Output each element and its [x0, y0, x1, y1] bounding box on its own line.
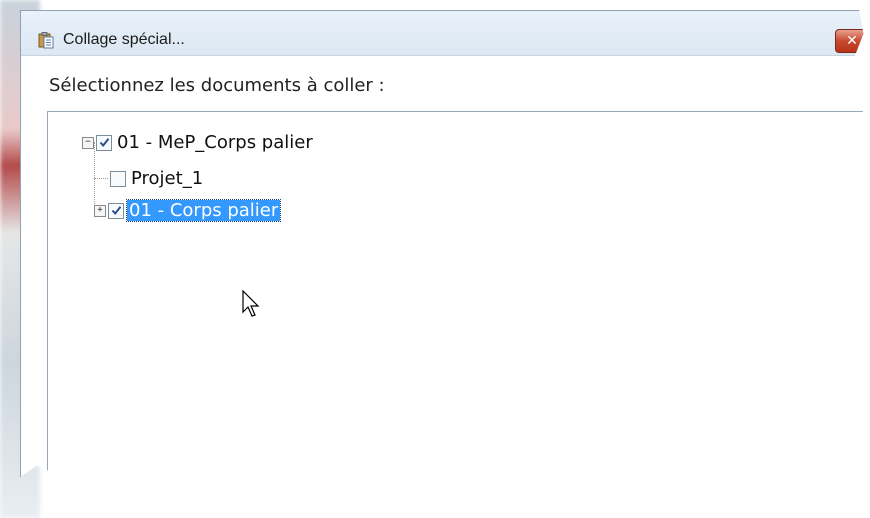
root-checkbox[interactable]: [96, 135, 112, 151]
checkmark-icon: [99, 137, 110, 148]
mouse-pointer-icon: [242, 290, 260, 322]
tree-node-corps-palier[interactable]: + 01 - Corps palier: [94, 200, 280, 221]
expand-icon[interactable]: +: [94, 205, 106, 217]
corps-palier-checkbox[interactable]: [108, 203, 124, 219]
tree-node-label-selected: 01 - Corps palier: [129, 200, 279, 221]
paste-clipboard-icon: [37, 31, 55, 49]
prompt-label: Sélectionnez les documents à coller :: [49, 75, 385, 96]
tree-node-label: 01 - MeP_Corps palier: [117, 132, 313, 153]
tree-node-root[interactable]: − 01 - MeP_Corps palier: [82, 132, 315, 153]
close-icon: ✕: [846, 33, 858, 49]
close-button[interactable]: ✕: [835, 29, 869, 53]
documents-tree[interactable]: − 01 - MeP_Corps palier Projet_1 + 01 - …: [47, 111, 870, 493]
checkmark-icon: [111, 205, 122, 216]
tree-node-projet[interactable]: Projet_1: [110, 168, 205, 189]
dialog-title: Collage spécial...: [63, 31, 185, 48]
tree-node-label: Projet_1: [131, 168, 204, 189]
projet-checkbox[interactable]: [110, 171, 126, 187]
collapse-icon[interactable]: −: [82, 137, 94, 149]
paste-special-dialog: Collage spécial... ✕ Sélectionnez les do…: [20, 10, 870, 482]
title-bar[interactable]: Collage spécial... ✕: [21, 11, 870, 56]
tree-connector-horizontal: [94, 178, 108, 179]
